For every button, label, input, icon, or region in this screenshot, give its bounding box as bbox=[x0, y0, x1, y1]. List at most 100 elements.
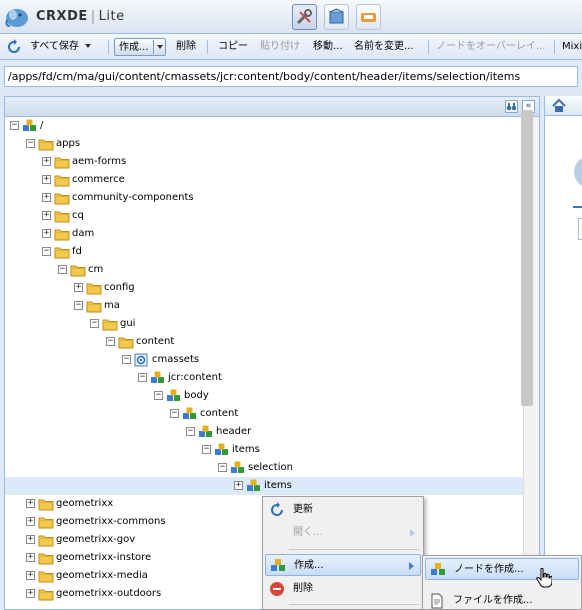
home-tab[interactable] bbox=[545, 96, 582, 116]
tree-node-label: geometrixx-commons bbox=[56, 516, 166, 527]
tree-node[interactable]: − apps bbox=[5, 135, 523, 153]
folder-icon bbox=[70, 263, 86, 277]
collapse-toggle-icon[interactable]: − bbox=[170, 409, 179, 418]
tree-node[interactable]: − content bbox=[5, 333, 523, 351]
menu-item-create[interactable]: 作成... bbox=[265, 554, 421, 576]
tree-node[interactable]: + dam bbox=[5, 225, 523, 243]
folder-icon bbox=[54, 245, 70, 259]
collapse-toggle-icon[interactable]: − bbox=[58, 265, 67, 274]
tree-node[interactable]: − content bbox=[5, 405, 523, 423]
collapse-toggle-icon[interactable]: − bbox=[122, 355, 131, 364]
tree-node-label: geometrixx-media bbox=[56, 570, 148, 581]
tree-node-label: dam bbox=[72, 228, 95, 239]
tree-node[interactable]: − body bbox=[5, 387, 523, 405]
collapse-toggle-icon[interactable]: − bbox=[138, 373, 147, 382]
binoculars-icon[interactable] bbox=[505, 100, 518, 113]
expand-toggle-icon[interactable]: + bbox=[42, 229, 51, 238]
refresh-icon[interactable] bbox=[6, 39, 22, 55]
folder-icon bbox=[38, 515, 54, 529]
app-title: CRXDE | Lite bbox=[36, 9, 125, 24]
tools-mode-button[interactable] bbox=[356, 4, 381, 30]
tree-node[interactable]: − jcr:content bbox=[5, 369, 523, 387]
menu-item-create-file[interactable]: ファイルを作成... bbox=[425, 590, 579, 610]
menu-item-create-node[interactable]: ノードを作成... bbox=[425, 558, 579, 580]
tree-node[interactable]: + aem-forms bbox=[5, 153, 523, 171]
menu-item-delete[interactable]: 削除 bbox=[265, 578, 421, 600]
tree-node[interactable]: + config bbox=[5, 279, 523, 297]
menu-item-refresh[interactable]: 更新 bbox=[265, 499, 421, 521]
tree-node-label: content bbox=[136, 336, 175, 347]
paste-button[interactable]: 貼り付け bbox=[260, 38, 300, 56]
expand-toggle-icon[interactable]: + bbox=[42, 193, 51, 202]
tree-node[interactable]: − header bbox=[5, 423, 523, 441]
tree-node[interactable]: − ma bbox=[5, 297, 523, 315]
menu-separator bbox=[289, 604, 419, 605]
collapse-toggle-icon[interactable]: − bbox=[10, 121, 19, 130]
tree-node[interactable]: + cq bbox=[5, 207, 523, 225]
editor-panel bbox=[544, 96, 582, 610]
collapse-toggle-icon[interactable]: − bbox=[186, 427, 195, 436]
collapse-toggle-icon[interactable]: − bbox=[90, 319, 99, 328]
node-icon bbox=[182, 407, 198, 421]
expand-toggle-icon[interactable]: + bbox=[42, 175, 51, 184]
chevron-down-icon bbox=[84, 44, 91, 48]
tree-node-label: content bbox=[200, 408, 239, 419]
expand-toggle-icon[interactable]: + bbox=[26, 553, 35, 562]
tree-node[interactable]: − fd bbox=[5, 243, 523, 261]
expand-toggle-icon[interactable]: + bbox=[26, 499, 35, 508]
save-all-button[interactable]: すべて保存 bbox=[30, 38, 91, 56]
tree-node[interactable]: − cm bbox=[5, 261, 523, 279]
hand-cursor-icon bbox=[536, 568, 552, 588]
page-icon bbox=[134, 353, 150, 367]
tree-node[interactable]: − gui bbox=[5, 315, 523, 333]
folder-icon bbox=[86, 299, 102, 313]
package-mode-button[interactable] bbox=[324, 4, 349, 30]
scrollbar-thumb[interactable] bbox=[521, 110, 533, 406]
folder-icon bbox=[86, 281, 102, 295]
tree-node[interactable]: + community-components bbox=[5, 189, 523, 207]
folder-icon bbox=[38, 587, 54, 601]
copy-button[interactable]: コピー bbox=[218, 38, 248, 56]
submenu-arrow-icon bbox=[409, 562, 414, 570]
tree-node[interactable]: − selection bbox=[5, 459, 523, 477]
collapse-toggle-icon[interactable]: − bbox=[26, 139, 35, 148]
tree-node-label: / bbox=[40, 120, 44, 131]
expand-toggle-icon[interactable]: + bbox=[42, 157, 51, 166]
folder-icon bbox=[118, 335, 134, 349]
collapse-toggle-icon[interactable]: − bbox=[218, 463, 227, 472]
expand-toggle-icon[interactable]: + bbox=[26, 535, 35, 544]
collapse-toggle-icon[interactable]: − bbox=[106, 337, 115, 346]
tree-node[interactable]: − cmassets bbox=[5, 351, 523, 369]
collapse-toggle-icon[interactable]: − bbox=[154, 391, 163, 400]
node-icon bbox=[271, 559, 285, 571]
rename-button[interactable]: 名前を変更... bbox=[354, 38, 414, 56]
tree-node-label: geometrixx-instore bbox=[56, 552, 152, 563]
tree-node-label: config bbox=[104, 282, 135, 293]
delete-button[interactable]: 削除 bbox=[176, 38, 196, 56]
tree-node[interactable]: + commerce bbox=[5, 171, 523, 189]
expand-toggle-icon[interactable]: + bbox=[42, 211, 51, 220]
expand-toggle-icon[interactable]: + bbox=[26, 589, 35, 598]
expand-toggle-icon[interactable]: + bbox=[234, 481, 243, 490]
node-path-input[interactable]: /apps/fd/cm/ma/gui/content/cmassets/jcr:… bbox=[4, 66, 578, 87]
move-button[interactable]: 移動... bbox=[313, 38, 343, 56]
expand-toggle-icon[interactable]: + bbox=[26, 571, 35, 580]
menu-item-open[interactable]: 開く... bbox=[265, 522, 421, 544]
tree-node-label: items bbox=[264, 480, 292, 491]
tree-node[interactable]: + items bbox=[5, 477, 523, 495]
collapse-toggle-icon[interactable]: − bbox=[74, 301, 83, 310]
collapse-toggle-icon[interactable]: − bbox=[42, 247, 51, 256]
folder-icon bbox=[102, 317, 118, 331]
folder-icon bbox=[54, 227, 70, 241]
node-icon bbox=[230, 461, 246, 475]
overlay-node-button[interactable]: ノードをオーバーレイ... bbox=[436, 38, 545, 56]
tree-node[interactable]: − / bbox=[5, 117, 523, 135]
tree-node[interactable]: − items bbox=[5, 441, 523, 459]
package-icon bbox=[329, 8, 344, 24]
expand-toggle-icon[interactable]: + bbox=[74, 283, 83, 292]
create-button[interactable]: 作成... bbox=[114, 38, 166, 56]
develop-mode-button[interactable] bbox=[292, 4, 317, 30]
expand-toggle-icon[interactable]: + bbox=[26, 517, 35, 526]
collapse-toggle-icon[interactable]: − bbox=[202, 445, 211, 454]
mixins-button[interactable]: Mixi bbox=[562, 38, 582, 56]
